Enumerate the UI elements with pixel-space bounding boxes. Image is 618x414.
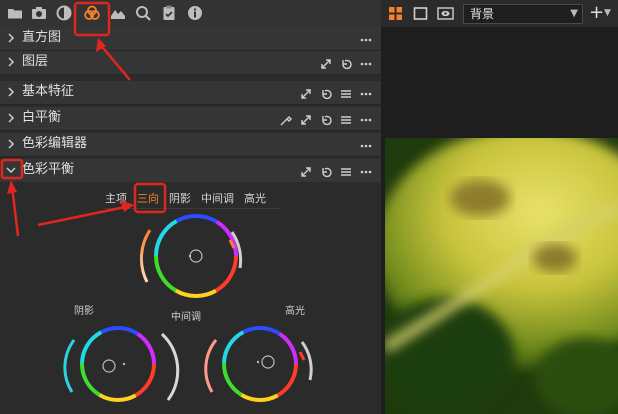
midtone-wheel[interactable] (139, 214, 243, 298)
highlight-wheel[interactable] (204, 326, 313, 402)
chevron-down-icon: ▼ (570, 8, 578, 19)
eye-icon[interactable] (437, 6, 454, 21)
layer-select-value: 背景 (470, 7, 495, 21)
color-wheels (63, 214, 313, 402)
grid-view-icon[interactable] (388, 6, 403, 21)
add-layer-button[interactable]: + (589, 3, 604, 23)
shadow-wheel[interactable] (63, 326, 180, 402)
image-preview[interactable] (385, 138, 618, 414)
add-chevron-icon[interactable]: ▼ (604, 8, 611, 18)
midtone-label: 中间调 (171, 312, 201, 323)
layer-select[interactable]: 背景 ▼ (463, 4, 583, 24)
highlight-label: 高光 (285, 306, 305, 317)
single-view-icon[interactable] (413, 6, 428, 21)
shadow-label: 阴影 (74, 306, 94, 317)
